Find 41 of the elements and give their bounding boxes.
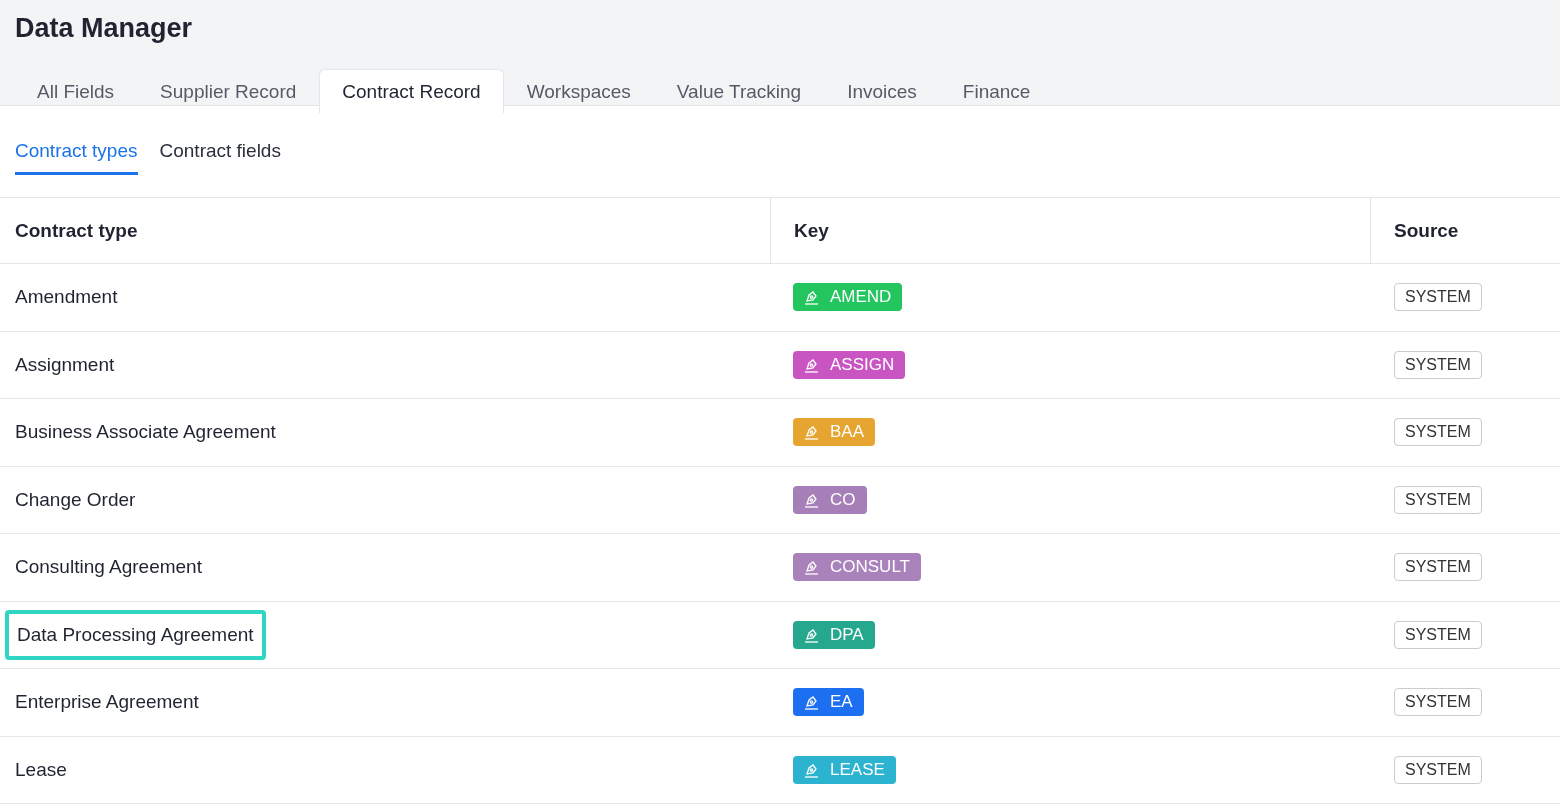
sub-tab[interactable]: Contract types [15,140,138,175]
table-cell: Enterprise Agreement [15,691,199,714]
column-header: Key [770,198,1370,264]
source-tag: SYSTEM [1394,418,1482,447]
key-tag: EA [793,688,864,717]
tab[interactable]: Contract Record [319,69,504,113]
pen-icon [804,559,820,576]
sub-tab[interactable]: Contract fields [159,140,281,175]
key-tag: ASSIGN [793,350,906,379]
source-tag: SYSTEM [1394,755,1482,784]
pen-icon [804,289,820,306]
source-tag: SYSTEM [1394,350,1482,379]
source-tag: SYSTEM [1394,553,1482,582]
tab[interactable]: Workspaces [503,69,654,113]
key-tag: CO [793,485,867,514]
table-cell: Amendment [15,286,118,309]
source-tag: SYSTEM [1394,485,1482,514]
key-tag: LEASE [793,755,896,784]
source-tag: SYSTEM [1394,620,1482,649]
table-cell: Assignment [15,353,115,376]
tab[interactable]: Value Tracking [653,69,825,113]
tab[interactable]: Supplier Record [137,69,320,113]
pen-icon [804,694,820,711]
page-title: Data Manager [15,12,194,45]
pen-icon [804,424,820,441]
highlighted-cell-text: Data Processing Agreement [5,609,266,660]
source-tag: SYSTEM [1394,283,1482,312]
table-cell: Change Order [15,488,136,511]
table-cell: Consulting Agreement [15,556,202,579]
column-header: Contract type [0,198,770,264]
tab[interactable]: All Fields [14,69,138,113]
key-tag: CONSULT [793,553,921,582]
key-tag: DPA [793,620,875,649]
source-tag: SYSTEM [1394,688,1482,717]
table-cell: Lease [15,758,67,781]
table-cell: Business Associate Agreement [15,421,276,444]
key-tag: BAA [793,418,876,447]
tab[interactable]: Invoices [824,69,940,113]
column-header: Source [1370,198,1560,264]
key-tag: AMEND [793,283,903,312]
tab[interactable]: Finance [939,69,1054,113]
